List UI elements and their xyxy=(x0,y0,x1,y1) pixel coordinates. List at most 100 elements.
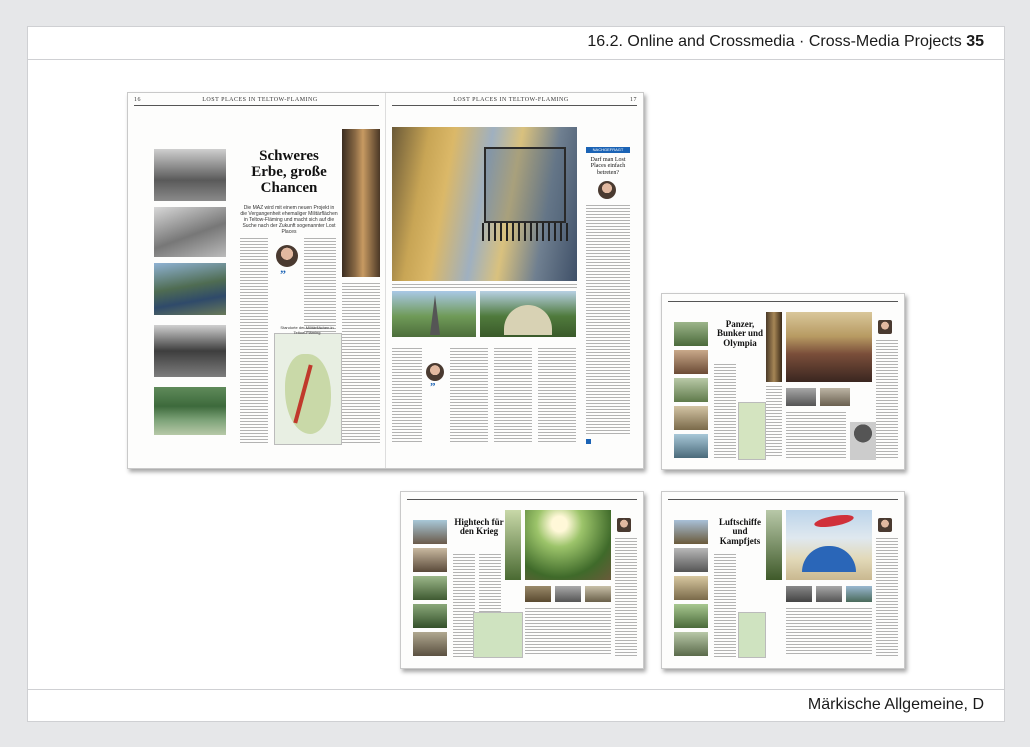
photo-thumb xyxy=(786,586,812,602)
photo-thumb xyxy=(674,548,708,572)
balcony-railing xyxy=(482,223,572,241)
article-text xyxy=(714,364,736,459)
article-text xyxy=(525,608,611,656)
article-text xyxy=(786,608,872,656)
sidebar-headline: Darf man Lost Places einfach betreten? xyxy=(590,157,626,176)
main-headline: Schweres Erbe, große Chancen xyxy=(251,148,327,196)
photo-hangar xyxy=(480,291,576,337)
photo-thumb xyxy=(674,434,708,458)
portrait xyxy=(878,518,892,532)
photo-convoy xyxy=(154,263,226,315)
hangar-dome xyxy=(802,546,856,572)
photo-trees xyxy=(766,510,782,580)
photo-bunker xyxy=(786,388,816,406)
running-head-right: LOST PLACES IN TELTOW-FLÄMING 17 xyxy=(392,97,637,106)
author-portrait xyxy=(276,245,298,267)
folio-left: 16 xyxy=(134,97,141,103)
sidebar-text xyxy=(876,340,898,460)
article-text xyxy=(240,238,268,443)
photo-parade xyxy=(154,387,226,435)
section-label: 16.2. Online and Crossmedia · Cross-Medi… xyxy=(587,33,962,50)
photo-theater xyxy=(786,312,872,382)
photo-caption xyxy=(392,284,577,288)
photo-tower xyxy=(392,291,476,337)
photo-forest-house xyxy=(525,510,611,580)
publication-name: Märkische Allgemeine, D xyxy=(807,696,984,713)
photo-archive-2 xyxy=(154,207,226,257)
photo-thumb xyxy=(555,586,581,602)
article-text xyxy=(538,348,576,443)
section-title: 16.2. Online and Crossmedia · Cross-Medi… xyxy=(587,33,984,51)
running-head-text-left: LOST PLACES IN TELTOW-FLÄMING xyxy=(202,97,318,103)
photo-thumb xyxy=(674,378,708,402)
sidebar-text xyxy=(876,538,898,658)
photo-staircase xyxy=(342,129,380,277)
region-map xyxy=(473,612,523,658)
photo-soldier xyxy=(850,422,876,460)
expert-portrait xyxy=(426,363,444,381)
photo-ruin xyxy=(820,388,850,406)
photo-corridor xyxy=(766,312,782,382)
region-map xyxy=(274,333,342,445)
page-right: LOST PLACES IN TELTOW-FLÄMING 17 ” NACHG… xyxy=(386,93,643,468)
photo-thumb xyxy=(674,632,708,656)
tower-shape xyxy=(430,295,440,335)
sidebar-text xyxy=(586,205,630,435)
quote-icon: ” xyxy=(430,381,436,393)
hightech-headline: Hightech für den Krieg xyxy=(454,517,504,537)
photo-thumb xyxy=(413,576,447,600)
article-text xyxy=(450,348,488,443)
footer-bar: Märkische Allgemeine, D xyxy=(28,689,1004,721)
photo-thumb xyxy=(674,350,708,374)
article-text xyxy=(766,386,782,458)
article-text xyxy=(714,554,736,658)
running-head-text-right: LOST PLACES IN TELTOW-FLÄMING xyxy=(453,97,569,103)
page-frame: 16.2. Online and Crossmedia · Cross-Medi… xyxy=(27,26,1005,722)
spread-luftschiffe: Luftschiffe und Kampfjets xyxy=(661,491,905,669)
photo-thumb xyxy=(846,586,872,602)
spread-panzer: Panzer, Bunker und Olympia xyxy=(661,293,905,470)
running-head-hightech xyxy=(407,495,637,500)
photo-thumb xyxy=(413,632,447,656)
running-head-luftschiffe xyxy=(668,495,898,500)
article-text xyxy=(304,238,336,338)
region-map xyxy=(738,612,766,658)
quote-icon: ” xyxy=(280,267,286,281)
photo-archive-1 xyxy=(154,149,226,201)
article-text xyxy=(342,283,380,443)
spread-main: 16 LOST PLACES IN TELTOW-FLÄMING Schwere… xyxy=(127,92,644,469)
hangar-shape xyxy=(504,305,552,335)
map-caption: Standorte der Militärflächen in Teltow-F… xyxy=(280,325,334,335)
page-number: 35 xyxy=(966,33,984,50)
photo-balcony xyxy=(392,127,577,281)
photo-crowd xyxy=(154,325,226,377)
photo-thumb xyxy=(413,548,447,572)
photo-hangar-glider xyxy=(786,510,872,580)
panzer-headline: Panzer, Bunker und Olympia xyxy=(716,319,764,348)
running-head-panzer xyxy=(668,297,898,302)
photo-thumb xyxy=(674,406,708,430)
photo-thumb xyxy=(674,520,708,544)
folio-right: 17 xyxy=(630,97,637,103)
photo-thumb xyxy=(413,520,447,544)
running-head-left: 16 LOST PLACES IN TELTOW-FLÄMING xyxy=(134,97,379,106)
sidebar-logo xyxy=(586,439,591,444)
photo-thumb xyxy=(674,576,708,600)
sidebar-label: NACHGEFRAGT xyxy=(592,147,624,152)
portrait xyxy=(617,518,631,532)
article-text xyxy=(786,412,846,458)
glider-wing xyxy=(813,512,855,530)
article-text xyxy=(494,348,532,443)
photo-thumb xyxy=(674,604,708,628)
portrait xyxy=(878,320,892,334)
photo-thumb xyxy=(413,604,447,628)
article-text xyxy=(453,554,475,658)
window-frame xyxy=(484,147,566,223)
photo-thumb xyxy=(816,586,842,602)
region-map xyxy=(738,402,766,460)
article-text xyxy=(392,348,422,443)
spread-hightech: Hightech für den Krieg xyxy=(400,491,644,669)
page-left: 16 LOST PLACES IN TELTOW-FLÄMING Schwere… xyxy=(128,93,385,468)
photo-thumb xyxy=(525,586,551,602)
photo-trees xyxy=(505,510,521,580)
